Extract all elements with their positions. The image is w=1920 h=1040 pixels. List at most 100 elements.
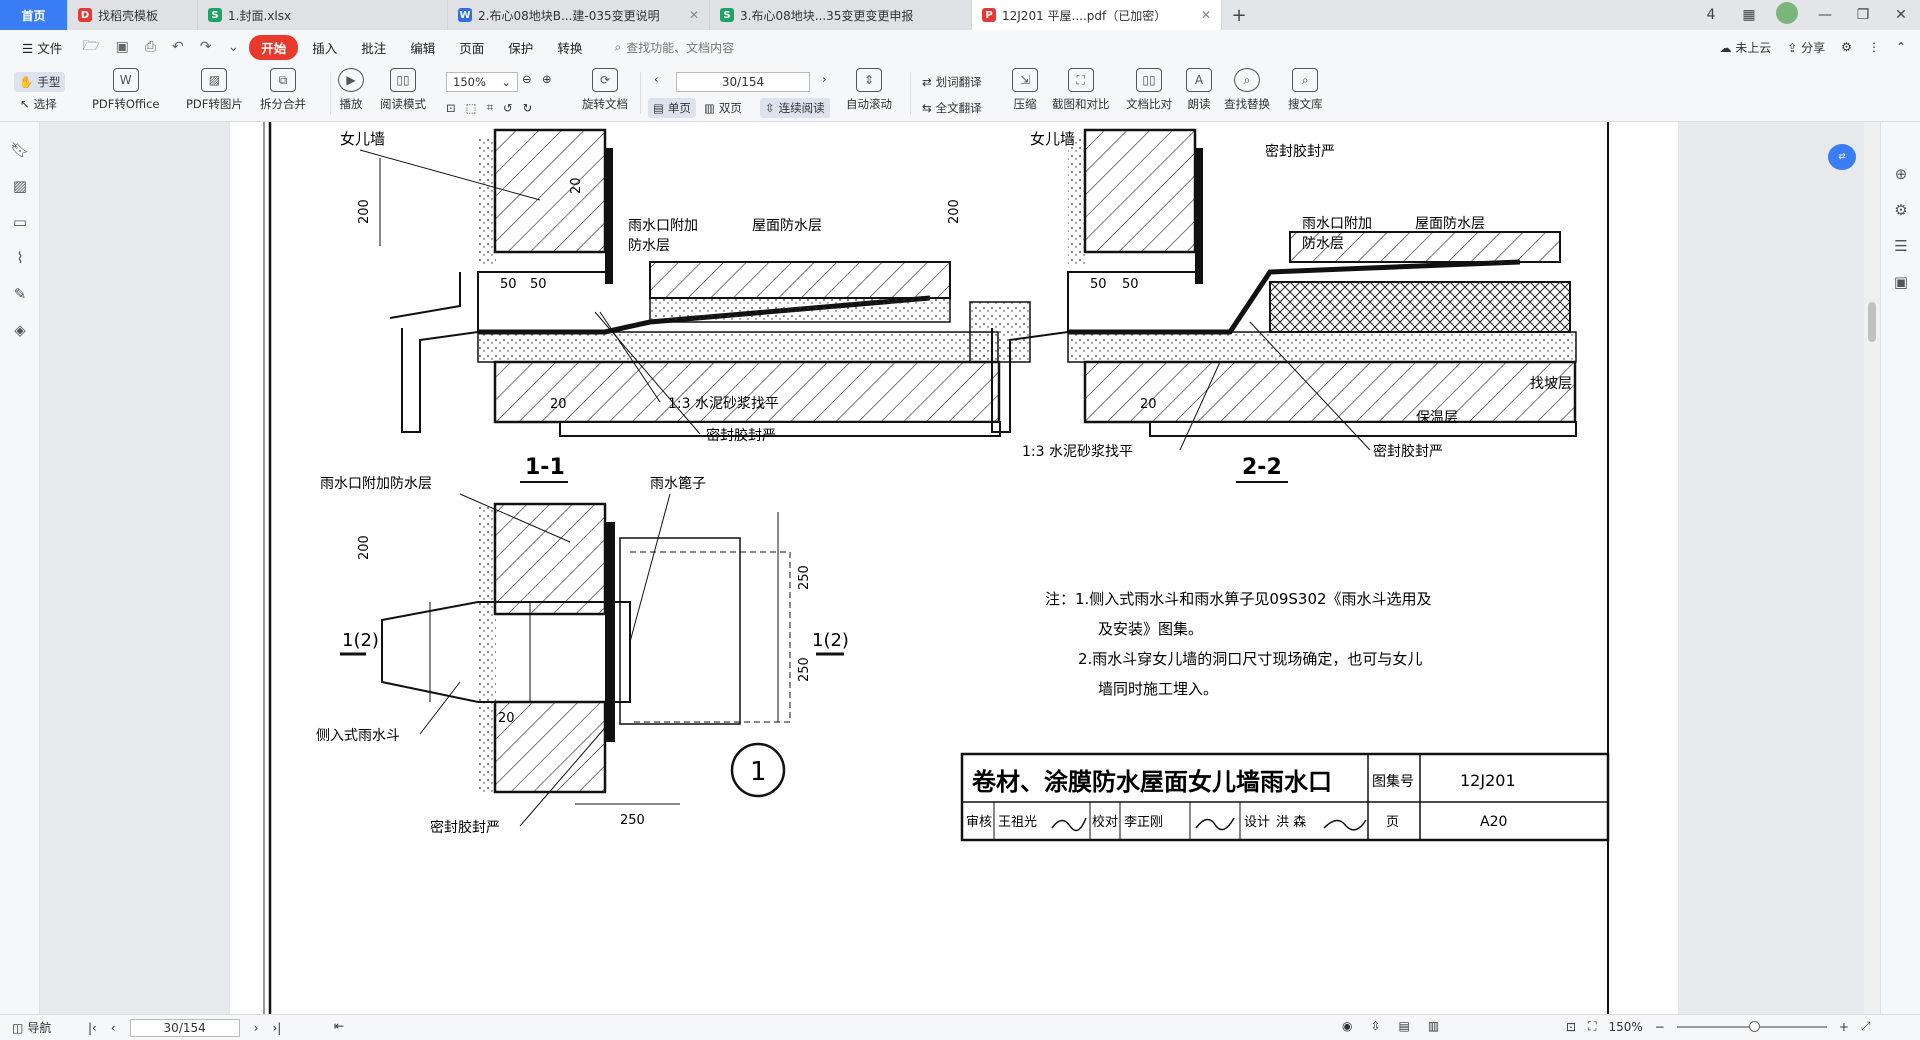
nav-toggle[interactable]: ◫ 导航 (12, 1019, 51, 1036)
status-page-input[interactable]: 30/154 (129, 1019, 240, 1037)
status-zoom[interactable]: 150% (1608, 1020, 1642, 1034)
more-icon[interactable]: ⋮ (1868, 40, 1880, 54)
print-icon[interactable]: ⎙ (139, 39, 162, 55)
reading-mode-button[interactable]: ▯▯ 阅读模式 (380, 68, 426, 112)
settings-icon[interactable]: ⚙ (1841, 40, 1852, 54)
attachment-icon[interactable]: ⌇ (0, 240, 40, 276)
rotate-left-icon[interactable]: ↺ (503, 101, 513, 115)
zoom-select[interactable]: 150% ⌄ (446, 72, 518, 92)
prev-page-icon[interactable]: ‹ (654, 72, 659, 86)
pdf-to-office-button[interactable]: W PDF转Office (92, 68, 159, 112)
continuous-view-icon[interactable]: ⇳ (1370, 1019, 1380, 1033)
play-button[interactable]: ▶ 播放 (338, 68, 364, 112)
minimize-icon[interactable]: — (1806, 7, 1844, 23)
adjust-icon[interactable]: ☰ (1881, 228, 1920, 264)
full-translate-button[interactable]: ⇆ 全文翻译 (922, 100, 982, 116)
document-viewer[interactable]: 女儿墙 雨水口附加 防水层 屋面防水层 1:3 水泥砂浆找平 密封胶封严 200… (40, 122, 1864, 1014)
page-input[interactable]: 30/154 (676, 72, 810, 92)
zoom-in-icon[interactable]: ⊕ (542, 72, 552, 86)
comment-icon[interactable]: ▭ (0, 204, 40, 240)
tab-home[interactable]: 首页 (0, 0, 68, 30)
zoom-slider-knob[interactable] (1748, 1020, 1760, 1032)
save-icon[interactable]: ▣ (110, 39, 135, 55)
select-tool[interactable]: ↖ 选择 (20, 96, 57, 112)
attribute-icon[interactable]: ⚙ (1881, 192, 1920, 228)
bookmark-icon[interactable]: 🔖︎ (0, 132, 40, 168)
compress-button[interactable]: ⇲ 压缩 (1012, 68, 1038, 112)
crop-icon[interactable]: ⌗ (487, 100, 493, 115)
rotate-doc-button[interactable]: ⟳ 旋转文档 (582, 68, 628, 112)
restore-icon[interactable]: ❐ (1844, 7, 1882, 23)
signature-icon[interactable]: ✎ (0, 276, 40, 312)
file-menu[interactable]: ☰ 文件 (12, 34, 72, 61)
translate-float-icon[interactable]: ⇄ (1828, 144, 1856, 170)
chevron-down-icon[interactable]: ⌄ (221, 39, 245, 55)
vertical-scrollbar[interactable] (1864, 122, 1880, 1014)
read-aloud-icon: A (1186, 68, 1212, 92)
open-icon[interactable]: 🗁 (76, 35, 105, 59)
eye-icon[interactable]: ◉ (1342, 1019, 1352, 1033)
word-translate-button[interactable]: ⇄ 划词翻译 (922, 74, 982, 90)
close-window-icon[interactable]: ✕ (1882, 7, 1920, 23)
fit-screen-icon[interactable]: ⤢ (1861, 1019, 1871, 1034)
find-replace-button[interactable]: ⌕ 查找替换 (1224, 68, 1270, 112)
auto-scroll-button[interactable]: ⇕ 自动滚动 (846, 68, 892, 112)
prev-page-icon[interactable]: ‹ (111, 1021, 116, 1035)
menu-insert[interactable]: 插入 (302, 34, 347, 61)
fit-width-icon[interactable]: ⬚ (466, 101, 477, 115)
zoom-out-icon[interactable]: ⊖ (522, 72, 532, 86)
single-page-button[interactable]: ▤ 单页 (648, 98, 696, 118)
exit-icon[interactable]: ⇤ (334, 1019, 344, 1033)
double-page-button[interactable]: ▥ 双页 (704, 100, 742, 116)
tab-count-icon[interactable]: 4 (1692, 7, 1730, 23)
share-button[interactable]: ⇪ 分享 (1787, 39, 1825, 56)
doc-compare-button[interactable]: ▯▯ 文档比对 (1126, 68, 1172, 112)
fit-page-icon[interactable]: ⊡ (446, 101, 456, 115)
zoom-slider[interactable] (1676, 1020, 1827, 1032)
fit-page-icon[interactable]: ⊡ (1566, 1020, 1576, 1034)
menu-annotate[interactable]: 批注 (351, 34, 396, 61)
scrollbar-thumb[interactable] (1868, 302, 1876, 342)
tab-cover-xlsx[interactable]: S 1.封面.xlsx (198, 0, 448, 30)
split-merge-button[interactable]: ⧉ 拆分合并 (260, 68, 306, 112)
single-view-icon[interactable]: ▤ (1399, 1019, 1410, 1033)
close-icon[interactable]: ✕ (689, 8, 699, 22)
next-page-icon[interactable]: › (254, 1021, 259, 1035)
capture-compare-button[interactable]: ⛶ 截图和对比 (1052, 68, 1110, 112)
tab-change-description[interactable]: W 2.布心08地块B...建-035变更说明 ✕ (448, 0, 710, 30)
close-icon[interactable]: ✕ (1201, 8, 1211, 22)
pdf-to-image-button[interactable]: ▨ PDF转图片 (186, 68, 243, 112)
double-view-icon[interactable]: ▥ (1428, 1019, 1439, 1033)
fullscreen-icon[interactable]: ⛶ (1588, 1019, 1596, 1034)
menu-edit[interactable]: 编辑 (400, 34, 445, 61)
thumbnail-icon[interactable]: ▨ (0, 168, 40, 204)
undo-icon[interactable]: ↶ (166, 39, 190, 55)
start-tab[interactable]: 开始 (249, 34, 299, 60)
search-library-button[interactable]: ⌕ 搜文库 (1288, 68, 1323, 112)
menu-convert[interactable]: 转换 (547, 34, 592, 61)
last-page-icon[interactable]: ›| (272, 1021, 281, 1035)
sidebar-panel-icon[interactable]: ▣ (1881, 264, 1920, 300)
continuous-button[interactable]: ⇳ 连续阅读 (760, 98, 830, 118)
tab-pdf-active[interactable]: P 12J201 平屋....pdf（已加密） ✕ (972, 0, 1222, 30)
layers-icon[interactable]: ◈ (0, 312, 40, 348)
hand-tool[interactable]: ✋ 手型 (14, 72, 66, 92)
avatar[interactable] (1768, 2, 1806, 28)
menu-protect[interactable]: 保护 (498, 34, 543, 61)
zoom-tool-icon[interactable]: ⊕ (1881, 156, 1920, 192)
cloud-button[interactable]: ☁ 未上云 (1719, 39, 1771, 56)
redo-icon[interactable]: ↷ (194, 39, 218, 55)
zoom-out-icon[interactable]: − (1655, 1020, 1665, 1034)
zoom-in-icon[interactable]: + (1839, 1020, 1849, 1034)
first-page-icon[interactable]: |‹ (88, 1021, 97, 1035)
next-page-icon[interactable]: › (822, 72, 827, 86)
tab-change-request[interactable]: S 3.布心08地块...35变更变更申报 (710, 0, 972, 30)
collapse-icon[interactable]: ⌃ (1896, 40, 1906, 54)
rotate-right-icon[interactable]: ↻ (523, 101, 533, 115)
read-aloud-button[interactable]: A 朗读 (1186, 68, 1212, 112)
tab-docer[interactable]: D 找稻壳模板 (68, 0, 198, 30)
search-input[interactable]: ⌕ 查找功能、文档内容 (614, 39, 734, 56)
menu-page[interactable]: 页面 (449, 34, 494, 61)
new-tab-button[interactable]: + (1222, 0, 1256, 30)
grid-icon[interactable]: ▦ (1730, 7, 1768, 23)
